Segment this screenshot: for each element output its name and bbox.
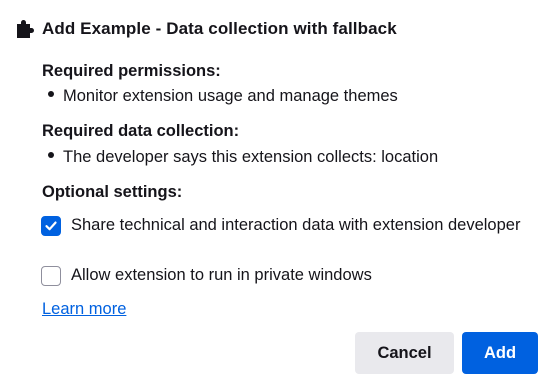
dialog-header: Add Example - Data collection with fallb…: [14, 18, 397, 40]
data-collection-item-text: The developer says this extension collec…: [63, 148, 439, 166]
puzzle-piece-icon: [14, 18, 34, 40]
share-data-checkbox[interactable]: [41, 216, 61, 236]
share-data-option[interactable]: Share technical and interaction data wit…: [41, 215, 521, 236]
bullet-icon: [48, 152, 54, 158]
cancel-button[interactable]: Cancel: [355, 332, 454, 374]
data-collection-heading: Required data collection:: [42, 122, 240, 140]
private-windows-label[interactable]: Allow extension to run in private window…: [71, 265, 521, 286]
dialog-title: Add Example - Data collection with fallb…: [42, 19, 397, 38]
bullet-icon: [48, 91, 54, 97]
private-windows-checkbox[interactable]: [41, 266, 61, 286]
private-windows-option[interactable]: Allow extension to run in private window…: [41, 265, 521, 286]
permission-item: Monitor extension usage and manage theme…: [48, 87, 398, 106]
share-data-label[interactable]: Share technical and interaction data wit…: [71, 215, 521, 236]
data-collection-item: The developer says this extension collec…: [48, 148, 438, 167]
permission-item-text: Monitor extension usage and manage theme…: [63, 87, 398, 105]
permissions-heading: Required permissions:: [42, 62, 221, 80]
checkmark-icon: [45, 221, 57, 231]
learn-more-link[interactable]: Learn more: [42, 300, 126, 319]
add-button[interactable]: Add: [462, 332, 538, 374]
extension-install-dialog: Add Example - Data collection with fallb…: [0, 0, 551, 390]
optional-settings-heading: Optional settings:: [42, 183, 183, 201]
